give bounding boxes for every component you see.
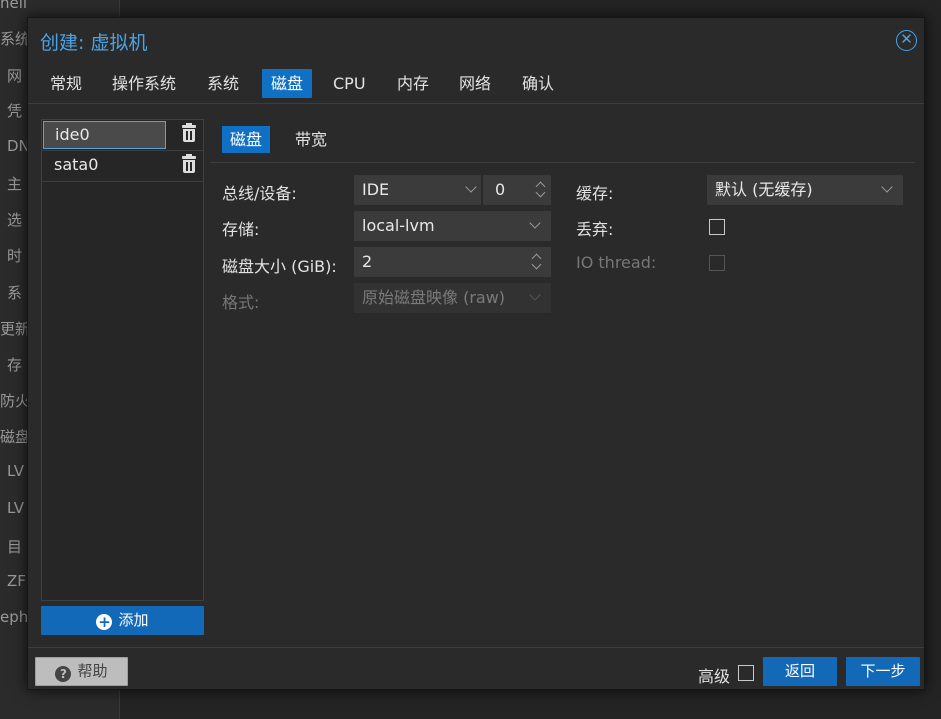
back-button[interactable]: 返回 <box>763 657 837 686</box>
bg-sidebar-item: hell <box>0 0 28 12</box>
bg-sidebar-item: 凭 <box>7 102 23 120</box>
bg-sidebar-item: 网 <box>7 67 23 85</box>
bg-sidebar-item: LV <box>7 499 24 517</box>
tab-confirm[interactable]: 确认 <box>513 69 563 98</box>
trash-icon[interactable] <box>181 123 197 143</box>
plus-circle-icon: + <box>96 613 113 631</box>
tab-general[interactable]: 常规 <box>41 69 91 98</box>
storage-select-value: local-lvm <box>362 216 435 235</box>
bg-sidebar-item: 磁盘 <box>0 428 31 446</box>
cache-select[interactable]: 默认 (无缓存) <box>707 175 903 205</box>
bg-sidebar-item: 系统 <box>0 30 31 48</box>
bg-sidebar-item: ZF <box>7 572 26 590</box>
tab-cpu[interactable]: CPU <box>324 69 375 98</box>
io-thread-label: IO thread: <box>576 253 657 272</box>
trash-icon[interactable] <box>181 154 197 174</box>
next-button[interactable]: 下一步 <box>846 657 920 686</box>
help-button[interactable]: ? 帮助 <box>35 657 128 686</box>
help-label: 帮助 <box>77 662 108 680</box>
create-vm-dialog: 创建: 虚拟机 ✕ 常规 操作系统 系统 磁盘 CPU 内存 网络 确认 ide… <box>27 17 925 690</box>
tab-system[interactable]: 系统 <box>198 69 248 98</box>
bg-sidebar-item: eph <box>0 608 29 626</box>
tab-os[interactable]: 操作系统 <box>103 69 185 98</box>
bus-device-label: 总线/设备: <box>222 184 297 203</box>
bg-sidebar-item: 主 <box>7 175 23 193</box>
bus-select-value: IDE <box>362 180 390 199</box>
format-select: 原始磁盘映像 (raw) <box>354 283 551 313</box>
disk-subtabs: 磁盘 带宽 <box>210 124 915 163</box>
dialog-title: 创建: 虚拟机 <box>40 32 148 54</box>
disk-size-label: 磁盘大小 (GiB): <box>222 257 337 276</box>
bg-sidebar-item: LV <box>7 462 24 480</box>
chevron-down-icon <box>529 289 541 301</box>
format-select-value: 原始磁盘映像 (raw) <box>362 288 506 307</box>
subtab-disk[interactable]: 磁盘 <box>222 126 271 153</box>
chevron-down-icon <box>881 181 893 193</box>
list-item[interactable]: sata0 <box>42 151 203 182</box>
chevron-down-icon <box>465 181 477 193</box>
cache-select-value: 默认 (无缓存) <box>715 180 813 199</box>
dialog-header: 创建: 虚拟机 ✕ <box>28 18 924 64</box>
disk-name[interactable]: ide0 <box>43 121 166 149</box>
bg-sidebar-item: 时 <box>7 247 23 265</box>
disk-size-field[interactable]: 2 <box>354 247 551 277</box>
device-number-value: 0 <box>495 180 506 199</box>
bg-sidebar-item: 存 <box>7 356 23 374</box>
bg-sidebar-item: 系 <box>7 284 23 302</box>
device-number-field[interactable]: 0 <box>483 175 551 205</box>
spinner-icon[interactable] <box>529 249 545 275</box>
bg-sidebar-item: 选 <box>7 211 23 229</box>
disk-size-value: 2 <box>362 252 373 271</box>
cache-label: 缓存: <box>576 184 614 203</box>
chevron-down-icon <box>529 217 541 229</box>
advanced-checkbox[interactable] <box>738 665 754 681</box>
io-thread-checkbox <box>709 255 725 271</box>
disk-list: ide0 sata0 <box>41 119 204 601</box>
question-circle-icon: ? <box>55 666 72 682</box>
dialog-footer: ? 帮助 高级 返回 下一步 <box>28 647 924 691</box>
advanced-label: 高级 <box>698 667 731 686</box>
discard-checkbox[interactable] <box>709 219 725 235</box>
close-icon[interactable]: ✕ <box>896 30 917 51</box>
wizard-tabs: 常规 操作系统 系统 磁盘 CPU 内存 网络 确认 <box>28 64 924 104</box>
bus-select[interactable]: IDE <box>354 175 481 205</box>
disk-name[interactable]: sata0 <box>43 152 166 180</box>
add-disk-button[interactable]: + 添加 <box>41 606 204 635</box>
list-item[interactable]: ide0 <box>42 120 203 151</box>
tab-network[interactable]: 网络 <box>450 69 500 98</box>
tab-memory[interactable]: 内存 <box>388 69 438 98</box>
storage-select[interactable]: local-lvm <box>354 211 551 241</box>
spinner-icon[interactable] <box>533 177 549 203</box>
format-label: 格式: <box>222 293 260 312</box>
storage-label: 存储: <box>222 220 260 239</box>
tab-disks[interactable]: 磁盘 <box>262 69 313 98</box>
add-disk-label: 添加 <box>118 611 149 629</box>
discard-label: 丢弃: <box>576 220 614 239</box>
bg-sidebar-item: 目 <box>7 538 23 556</box>
bg-sidebar-item: 更新 <box>0 320 31 338</box>
subtab-bandwidth[interactable]: 带宽 <box>287 126 335 153</box>
